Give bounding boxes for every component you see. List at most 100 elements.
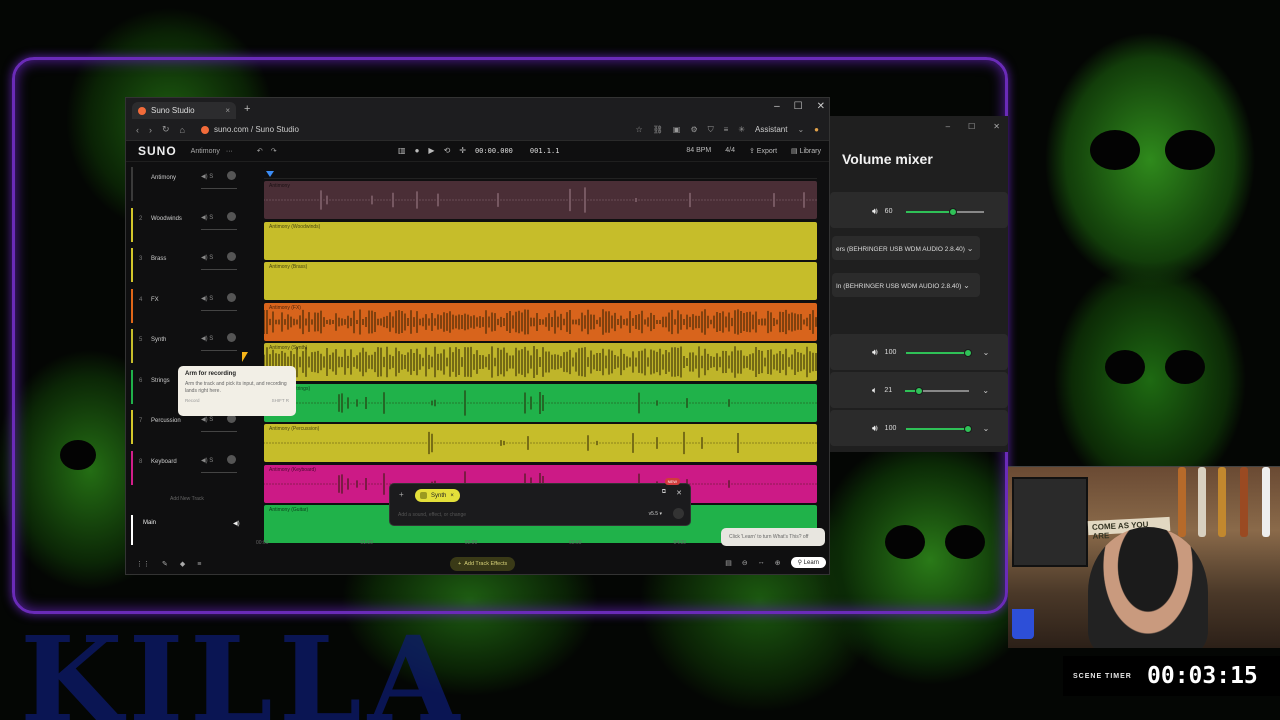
menu-lines-icon[interactable]: ≡ (724, 125, 729, 134)
shape-icon[interactable]: ◆ (180, 560, 185, 568)
learn-button[interactable]: ⚲ Learn (790, 557, 826, 568)
redo-icon[interactable]: ↷ (271, 147, 277, 155)
track-volume-fader[interactable] (201, 188, 237, 189)
extensions-icon[interactable]: ⚙ (690, 125, 697, 134)
prompt-input[interactable]: Add a sound, effect, or change (398, 512, 466, 518)
library-button[interactable]: ▤ Library (791, 147, 821, 155)
track-name[interactable]: Brass (151, 256, 166, 262)
speaker-icon[interactable]: 🔊︎ (872, 206, 878, 217)
grid-icon[interactable]: ⋮⋮ (136, 560, 150, 568)
solo-icon[interactable]: S (209, 336, 213, 342)
reload-icon[interactable]: ↻ (162, 124, 170, 135)
solo-icon[interactable]: S (209, 458, 213, 464)
play-icon[interactable]: ▶ (428, 146, 434, 155)
track-name[interactable]: Woodwinds (151, 216, 182, 222)
arm-record-button[interactable] (227, 333, 236, 342)
chevron-down-icon[interactable]: ⌄ (982, 386, 989, 395)
track-volume-fader[interactable] (201, 269, 237, 270)
track-name[interactable]: Synth (151, 337, 166, 343)
maximize-icon[interactable]: ☐ (794, 101, 803, 112)
slider-thumb[interactable] (948, 207, 957, 216)
arm-record-button[interactable] (227, 292, 236, 302)
add-icon[interactable]: + (399, 490, 404, 499)
zoom-out-icon[interactable]: ⊖ (742, 559, 748, 567)
add-track-effects-button[interactable]: + Add Track Effects (450, 557, 516, 571)
browser-tab[interactable]: Suno Studio × (132, 102, 236, 119)
track-header[interactable]: 5 Synth ◀) S (131, 326, 256, 367)
project-menu-icon[interactable]: ··· (226, 148, 233, 155)
track-name[interactable]: Keyboard (151, 459, 177, 465)
slider-thumb[interactable] (963, 424, 972, 433)
chevron-down-icon[interactable]: ⌄ (797, 125, 804, 134)
track-header[interactable]: 4 FX ◀) S (131, 286, 256, 327)
speaker-icon[interactable]: 🔊︎ (872, 347, 878, 358)
slider-thumb[interactable] (915, 386, 924, 395)
track-lane[interactable]: Antimony (Percussion) (264, 424, 817, 462)
track-volume-fader[interactable] (201, 228, 237, 230)
track-header[interactable]: Antimony ◀) S (131, 164, 256, 205)
timeline-ruler[interactable] (264, 169, 817, 179)
track-name[interactable]: Strings (151, 378, 170, 384)
speaker-icon[interactable]: 🔊︎ (872, 423, 878, 434)
arm-record-button[interactable] (227, 454, 236, 464)
model-version-select[interactable]: v5.5 ▾ (649, 511, 662, 517)
mute-icon[interactable]: ◀) (201, 215, 208, 221)
track-header[interactable]: 3 Brass ◀) S (131, 245, 256, 286)
collections-icon[interactable]: ▣ (673, 125, 681, 134)
solo-icon[interactable]: S (209, 215, 213, 221)
project-name[interactable]: Antimony (191, 148, 220, 155)
app-volume-slider[interactable] (905, 386, 970, 395)
mute-icon[interactable]: ◀) (201, 458, 208, 464)
time-signature[interactable]: 4/4 (725, 147, 735, 155)
track-volume-fader[interactable] (201, 309, 237, 311)
fit-icon[interactable]: ↔ (758, 559, 765, 566)
bpm-display[interactable]: 84 BPM (686, 147, 711, 155)
track-name[interactable]: Antimony (151, 175, 176, 181)
expand-icon[interactable]: ⧉ (662, 489, 666, 496)
url-field[interactable]: suno.com / Suno Studio (200, 125, 299, 134)
copilot-icon[interactable]: ✳ (738, 125, 745, 134)
solo-icon[interactable]: S (209, 296, 213, 302)
share-link-icon[interactable]: ⛓ (653, 125, 663, 134)
mute-icon[interactable]: ◀) (201, 417, 208, 423)
shield-icon[interactable]: ⛉ (708, 125, 714, 135)
loop-icon[interactable]: ⟲ (444, 146, 451, 155)
chevron-down-icon[interactable]: ⌄ (983, 424, 990, 433)
tempo-icon[interactable]: ✛ (459, 146, 466, 155)
mute-icon[interactable]: ◀) (201, 255, 208, 261)
site-info-icon[interactable]: ⌂ (180, 125, 185, 135)
bookmark-star-icon[interactable]: ☆ (636, 125, 643, 134)
track-lane[interactable]: Antimony (264, 181, 817, 219)
app-volume-slider[interactable] (905, 424, 972, 433)
speaker-icon[interactable]: ◀) (233, 520, 240, 527)
track-lane[interactable]: Antimony (Strings) (264, 383, 817, 422)
minimize-icon[interactable]: – (774, 101, 780, 112)
list-icon[interactable]: ≡ (197, 561, 201, 568)
undo-icon[interactable]: ↶ (257, 147, 263, 155)
send-button[interactable] (673, 508, 684, 519)
track-name[interactable]: Percussion (151, 418, 181, 424)
track-lane[interactable]: Antimony (Brass) (264, 262, 817, 300)
close-icon[interactable]: ✕ (993, 122, 1000, 131)
zoom-in-icon[interactable]: ⊕ (775, 559, 781, 567)
track-lane[interactable]: Antimony (FX) (264, 302, 817, 341)
arm-record-button[interactable] (227, 252, 236, 261)
mute-icon[interactable]: ◀) (201, 296, 208, 302)
track-lane[interactable]: Antimony (Woodwinds) (264, 221, 817, 260)
mute-icon[interactable]: ◀) (201, 336, 208, 342)
track-header[interactable]: 8 Keyboard ◀) S (131, 448, 256, 489)
close-tab-icon[interactable]: × (225, 106, 230, 115)
add-new-track-button[interactable]: Add New Track (170, 496, 204, 502)
track-header[interactable]: 2 Woodwinds ◀) S (131, 205, 256, 246)
folder-icon[interactable]: ▤ (725, 559, 732, 567)
synth-chip[interactable]: Synth × (415, 489, 460, 502)
remove-chip-icon[interactable]: × (450, 493, 454, 499)
app-volume-slider[interactable] (905, 348, 972, 357)
output-device-select[interactable]: ers (BEHRINGER USB WDM AUDIO 2.8.40) ⌄ (832, 236, 980, 260)
solo-icon[interactable]: S (209, 174, 213, 180)
solo-icon[interactable]: S (209, 255, 213, 261)
track-volume-fader[interactable] (201, 350, 237, 351)
minimize-icon[interactable]: – (946, 122, 950, 131)
maximize-icon[interactable]: ☐ (968, 122, 975, 131)
track-lane[interactable]: Antimony (Synth) (264, 343, 817, 381)
